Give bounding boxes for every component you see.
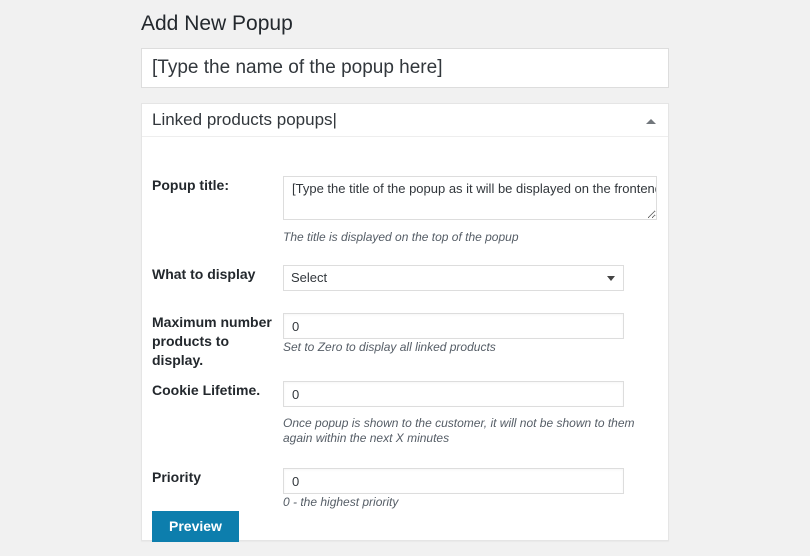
priority-label: Priority [152,469,202,485]
cookie-lifetime-label: Cookie Lifetime. [152,382,261,398]
max-products-input[interactable] [283,313,624,339]
popup-title-label: Popup title: [152,177,229,193]
post-title-wrap [141,48,669,88]
popup-title-textarea[interactable] [283,176,657,220]
cookie-lifetime-area: Once popup is shown to the customer, it … [283,381,635,446]
triangle-up-icon[interactable] [642,112,660,130]
max-products-help: Set to Zero to display all linked produc… [283,340,496,354]
what-to-display-area: Select [283,265,624,291]
metabox-header[interactable]: Linked products popups| [142,104,668,137]
preview-button[interactable]: Preview [152,511,239,542]
priority-help: 0 - the highest priority [283,495,399,509]
page-title: Add New Popup [141,12,293,35]
cookie-lifetime-help: Once popup is shown to the customer, it … [283,416,635,445]
metabox-title: Linked products popups| [142,104,668,136]
max-products-area: Set to Zero to display all linked produc… [283,313,624,355]
popup-title-help: The title is displayed on the top of the… [283,230,519,244]
what-to-display-select-wrap: Select [283,265,624,291]
admin-page: Add New Popup Linked products popups| Po… [0,0,810,556]
priority-input[interactable] [283,468,624,494]
linked-products-popups-metabox: Linked products popups| Popup title: The… [141,103,669,542]
metabox-body: Popup title: The title is displayed on t… [142,137,668,542]
text-caret: | [332,110,337,129]
metabox-title-text: Linked products popups [152,110,333,129]
cookie-lifetime-input[interactable] [283,381,624,407]
what-to-display-select[interactable]: Select [283,265,624,291]
popup-title-area: The title is displayed on the top of the… [283,176,657,245]
max-products-label: Maximum number products to display. [152,314,272,368]
priority-area: 0 - the highest priority [283,468,624,510]
triangle-up-glyph [646,119,656,124]
what-to-display-label: What to display [152,266,256,282]
post-title-input[interactable] [142,49,668,87]
